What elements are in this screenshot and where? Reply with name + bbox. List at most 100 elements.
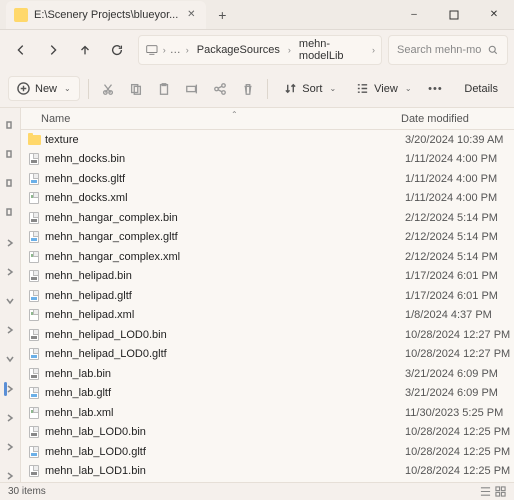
file-name: mehn_helipad_LOD0.bin: [45, 329, 405, 341]
file-row[interactable]: mehn_helipad.xml1/8/2024 4:37 PM: [21, 306, 514, 326]
file-date: 1/11/2024 4:00 PM: [405, 153, 497, 165]
file-date: 10/28/2024 12:25 PM: [405, 446, 510, 458]
file-icon: [27, 347, 41, 361]
file-name: mehn_docks.bin: [45, 153, 405, 165]
file-row[interactable]: mehn_lab_LOD1.gltf10/28/2024 12:25 PM: [21, 481, 514, 482]
file-row[interactable]: mehn_hangar_complex.gltf2/12/2024 5:14 P…: [21, 228, 514, 248]
file-row[interactable]: mehn_helipad.gltf1/17/2024 6:01 PM: [21, 286, 514, 306]
title-bar: E:\Scenery Projects\blueyor... ✕ + – ✕: [0, 0, 514, 30]
column-headers[interactable]: ⌃ Name Date modified: [21, 108, 514, 130]
new-button[interactable]: New ⌄: [8, 76, 80, 101]
search-input[interactable]: Search mehn-modelLib: [388, 35, 508, 65]
file-row[interactable]: mehn_helipad_LOD0.bin10/28/2024 12:27 PM: [21, 325, 514, 345]
more-button[interactable]: •••: [424, 75, 448, 103]
tab-title: E:\Scenery Projects\blueyor...: [34, 9, 178, 21]
file-row[interactable]: mehn_hangar_complex.xml2/12/2024 5:14 PM: [21, 247, 514, 267]
view-button[interactable]: View ⌄: [348, 77, 419, 100]
forward-button[interactable]: [38, 35, 68, 65]
sidebar-pin[interactable]: [4, 178, 16, 189]
file-row[interactable]: mehn_lab.xml11/30/2023 5:25 PM: [21, 403, 514, 423]
back-button[interactable]: [6, 35, 36, 65]
window-tab[interactable]: E:\Scenery Projects\blueyor... ✕: [6, 1, 206, 29]
file-date: 11/30/2023 5:25 PM: [405, 407, 503, 419]
status-bar: 30 items: [0, 482, 514, 500]
chevron-right-icon[interactable]: ›: [288, 45, 291, 55]
sidebar-chevron[interactable]: [4, 237, 16, 248]
file-date: 1/17/2024 6:01 PM: [405, 270, 498, 282]
main-panel: ⌃ Name Date modified texture3/20/2024 10…: [21, 108, 514, 482]
chevron-right-icon[interactable]: ›: [372, 45, 375, 55]
breadcrumb[interactable]: › … › PackageSources › mehn-modelLib ›: [138, 35, 382, 65]
file-row[interactable]: mehn_hangar_complex.bin2/12/2024 5:14 PM: [21, 208, 514, 228]
file-row[interactable]: mehn_lab.bin3/21/2024 6:09 PM: [21, 364, 514, 384]
sidebar-chevron[interactable]: [4, 442, 16, 453]
file-icon: [27, 464, 41, 478]
sidebar-pin[interactable]: [4, 120, 16, 131]
breadcrumb-item[interactable]: mehn-modelLib: [295, 36, 368, 64]
chevron-right-icon[interactable]: ›: [163, 45, 166, 55]
file-row[interactable]: mehn_lab_LOD0.gltf10/28/2024 12:25 PM: [21, 442, 514, 462]
separator: [88, 79, 89, 99]
sidebar-chevron[interactable]: [4, 266, 16, 277]
file-row[interactable]: mehn_helipad_LOD0.gltf10/28/2024 12:27 P…: [21, 345, 514, 365]
copy-button[interactable]: [124, 75, 148, 103]
overflow-icon[interactable]: …: [170, 44, 182, 56]
file-row[interactable]: mehn_docks.xml1/11/2024 4:00 PM: [21, 189, 514, 209]
file-row[interactable]: mehn_docks.bin1/11/2024 4:00 PM: [21, 150, 514, 170]
maximize-button[interactable]: [434, 0, 474, 30]
chevron-right-icon[interactable]: ›: [186, 45, 189, 55]
sidebar-pin[interactable]: [4, 149, 16, 160]
sidebar-chevron[interactable]: [4, 295, 16, 306]
sidebar-chevron[interactable]: [4, 325, 16, 336]
file-row[interactable]: mehn_lab_LOD1.bin10/28/2024 12:25 PM: [21, 462, 514, 482]
sort-label: Sort: [302, 83, 322, 95]
minimize-button[interactable]: –: [394, 0, 434, 30]
file-icon: [27, 425, 41, 439]
column-name[interactable]: Name: [21, 113, 401, 125]
file-icon: [27, 172, 41, 186]
file-date: 2/12/2024 5:14 PM: [405, 251, 498, 263]
file-date: 1/8/2024 4:37 PM: [405, 309, 492, 321]
search-icon: [487, 44, 499, 56]
file-date: 1/11/2024 4:00 PM: [405, 192, 497, 204]
ellipsis-icon: •••: [428, 83, 443, 95]
sidebar-chevron[interactable]: [4, 412, 16, 423]
file-row[interactable]: mehn_helipad.bin1/17/2024 6:01 PM: [21, 267, 514, 287]
file-name: texture: [45, 134, 405, 146]
breadcrumb-item[interactable]: PackageSources: [193, 42, 284, 58]
rename-button[interactable]: [180, 75, 204, 103]
column-date[interactable]: Date modified: [401, 113, 514, 125]
file-row[interactable]: mehn_lab.gltf3/21/2024 6:09 PM: [21, 384, 514, 404]
file-row[interactable]: mehn_lab_LOD0.bin10/28/2024 12:25 PM: [21, 423, 514, 443]
cut-button[interactable]: [97, 75, 121, 103]
sort-button[interactable]: Sort ⌄: [276, 77, 344, 100]
file-name: mehn_helipad.gltf: [45, 290, 405, 302]
file-list[interactable]: texture3/20/2024 10:39 AMmehn_docks.bin1…: [21, 130, 514, 482]
file-icon: [27, 211, 41, 225]
close-tab-icon[interactable]: ✕: [184, 8, 198, 22]
sidebar-chevron[interactable]: [4, 471, 16, 482]
refresh-button[interactable]: [102, 35, 132, 65]
grid-view-icon[interactable]: [495, 486, 506, 497]
list-view-icon[interactable]: [480, 486, 491, 497]
sidebar-pin[interactable]: [4, 208, 16, 219]
up-button[interactable]: [70, 35, 100, 65]
details-button[interactable]: Details: [451, 78, 506, 100]
file-row[interactable]: mehn_docks.gltf1/11/2024 4:00 PM: [21, 169, 514, 189]
file-icon: [27, 367, 41, 381]
item-count: 30 items: [8, 486, 46, 497]
file-date: 1/17/2024 6:01 PM: [405, 290, 498, 302]
paste-button[interactable]: [152, 75, 176, 103]
file-date: 10/28/2024 12:25 PM: [405, 426, 510, 438]
close-button[interactable]: ✕: [474, 0, 514, 30]
sidebar-chevron[interactable]: [4, 354, 16, 365]
pc-icon: [145, 42, 159, 58]
delete-button[interactable]: [236, 75, 260, 103]
file-name: mehn_helipad_LOD0.gltf: [45, 348, 405, 360]
new-tab-button[interactable]: +: [210, 3, 234, 27]
chevron-down-icon: ⌄: [64, 84, 71, 93]
file-row[interactable]: texture3/20/2024 10:39 AM: [21, 130, 514, 150]
file-icon: [27, 152, 41, 166]
sidebar-chevron[interactable]: [4, 383, 16, 394]
share-button[interactable]: [208, 75, 232, 103]
